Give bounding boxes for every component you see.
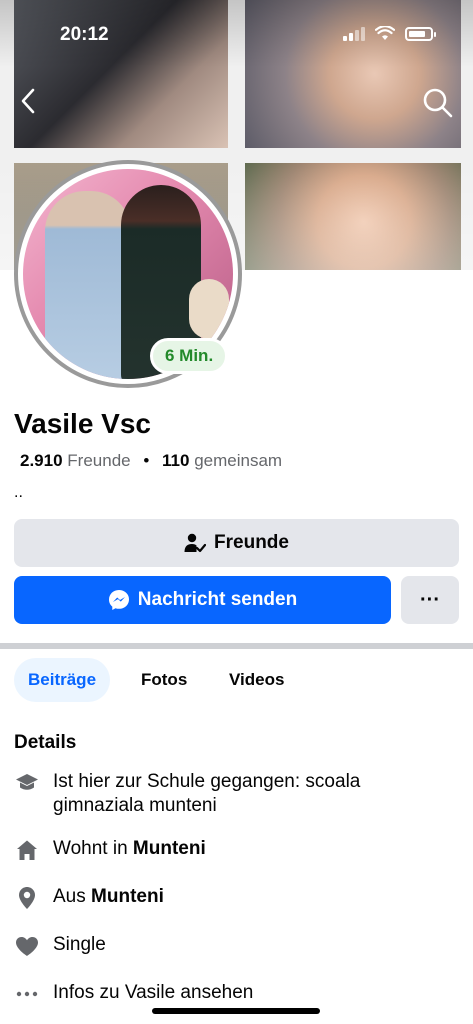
friends-label: Freunde — [67, 451, 131, 470]
detail-from-place[interactable]: Munteni — [91, 886, 164, 907]
friends-button-label: Freunde — [214, 532, 289, 553]
status-icons — [343, 26, 436, 41]
back-icon[interactable] — [14, 86, 44, 116]
send-message-button[interactable]: Nachricht senden — [14, 576, 391, 624]
mutual-label: gemeinsam — [194, 451, 283, 470]
profile-name: Vasile Vsc — [14, 408, 152, 439]
status-time: 20:12 — [60, 24, 109, 45]
detail-lives-in-place[interactable]: Munteni — [133, 838, 206, 859]
home-icon — [14, 837, 40, 863]
signal-icon — [343, 26, 365, 41]
detail-education: Ist hier zur Schule gegangen: scoala gim… — [14, 770, 454, 818]
send-message-label: Nachricht senden — [137, 589, 298, 610]
stats-separator: • — [143, 451, 150, 470]
detail-from-text: Aus — [53, 886, 92, 907]
friends-count: 2.910 — [20, 451, 63, 470]
battery-icon — [405, 26, 436, 41]
detail-from: Aus Munteni — [14, 885, 454, 911]
profile-bio: .. — [14, 484, 23, 501]
heart-icon — [14, 933, 40, 959]
detail-lives-in-text: Wohnt in — [53, 838, 133, 859]
profile-stats[interactable]: 2.910 Freunde • 110 gemeinsam — [20, 451, 282, 471]
detail-education-text: Ist hier zur Schule gegangen: scoala gim… — [53, 771, 361, 816]
friend-check-icon — [184, 533, 207, 553]
section-divider — [0, 643, 473, 649]
tab-posts[interactable]: Beiträge — [14, 658, 111, 702]
friends-button[interactable]: Freunde — [14, 519, 459, 567]
detail-relationship: Single — [14, 933, 454, 959]
details-heading: Details — [14, 732, 77, 753]
active-status-badge: 6 Min. — [150, 338, 229, 374]
search-icon[interactable] — [421, 86, 455, 120]
more-options-button[interactable]: ··· — [401, 576, 459, 624]
graduation-cap-icon — [14, 770, 40, 796]
tab-videos[interactable]: Videos — [215, 658, 298, 702]
messenger-icon — [108, 590, 129, 610]
more-options-icon: ··· — [420, 588, 440, 611]
location-pin-icon — [14, 885, 40, 911]
tab-photos[interactable]: Fotos — [127, 658, 201, 702]
detail-relationship-text: Single — [53, 934, 106, 955]
see-about-link[interactable]: Infos zu Vasile ansehen — [53, 981, 253, 1005]
detail-lives-in: Wohnt in Munteni — [14, 837, 454, 863]
more-dots-icon — [14, 981, 40, 1007]
home-indicator[interactable] — [152, 1008, 320, 1014]
wifi-icon — [375, 26, 395, 40]
mutual-count: 110 — [162, 451, 190, 470]
detail-see-about[interactable]: Infos zu Vasile ansehen — [14, 981, 454, 1007]
